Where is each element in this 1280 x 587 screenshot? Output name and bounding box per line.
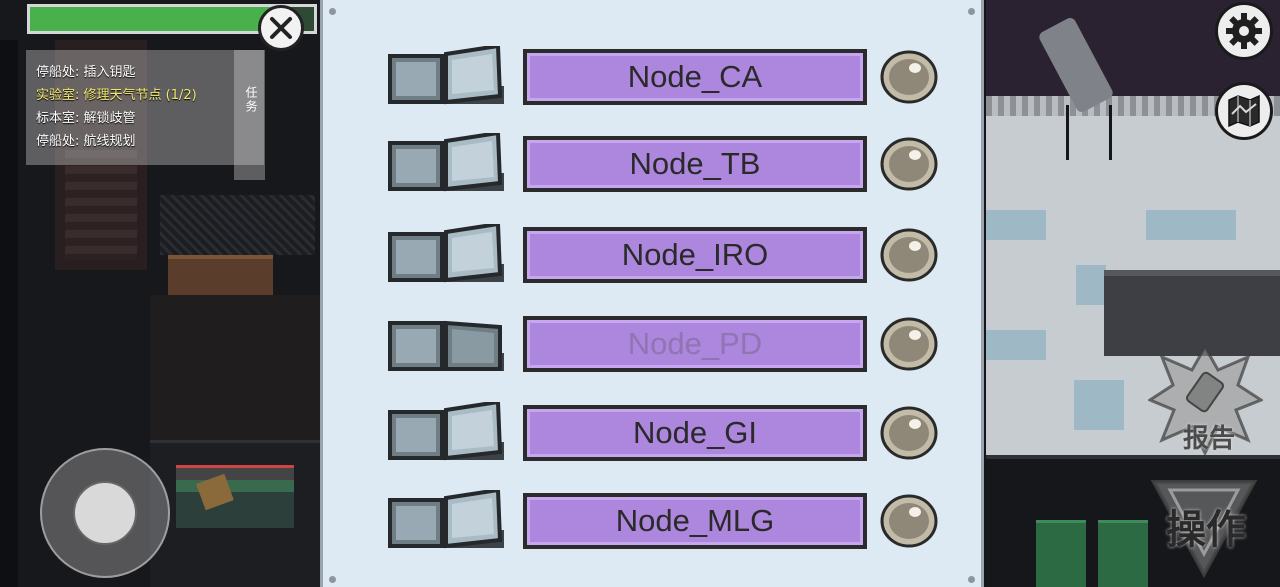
weather-node-row: Node_MLG [386, 487, 946, 550]
cabinet [1036, 520, 1086, 587]
map-icon [1228, 94, 1260, 128]
task-item: 标本室: 解锁歧管 [36, 111, 136, 126]
task-progress-fill [30, 7, 286, 31]
bench [176, 465, 294, 528]
rivet [329, 576, 336, 583]
stairs [65, 150, 137, 260]
task-item: 实验室: 修理天气节点 (1/2) [36, 88, 197, 103]
weather-node-row: Node_GI [386, 399, 946, 462]
tripod [1066, 105, 1112, 160]
node-label: Node_PD [523, 316, 867, 372]
report-label: 报告 [1183, 424, 1236, 454]
node-label: Node_IRO [523, 227, 867, 283]
joystick-knob[interactable] [73, 481, 137, 545]
fence [160, 195, 315, 255]
node-label: Node_CA [523, 49, 867, 105]
floor [150, 295, 320, 440]
rivet [329, 8, 336, 15]
node-indicator-light [880, 50, 938, 104]
weather-node-row: Node_CA [386, 43, 946, 106]
movement-joystick[interactable] [40, 448, 170, 578]
wall [0, 40, 18, 587]
task-item: 停船处: 航线规划 [36, 134, 136, 149]
node-indicator-light [880, 228, 938, 282]
close-x-icon [270, 17, 292, 39]
rivet [968, 576, 975, 583]
weather-node-row: Node_PD [386, 313, 946, 373]
node-label: Node_GI [523, 405, 867, 461]
node-label: Node_MLG [523, 493, 867, 549]
floor-tile [1146, 210, 1236, 240]
node-indicator-light [880, 137, 938, 191]
use-label: 操作 [1166, 507, 1246, 553]
node-indicator-light [880, 494, 938, 548]
node-switch[interactable] [386, 313, 506, 373]
weather-node-panel: Node_CA Node_TB Node_IRO Node_PD Node_GI… [320, 0, 984, 587]
task-list-tab[interactable]: 任务 [234, 50, 265, 180]
weather-node-row: Node_TB [386, 130, 946, 193]
cabinet [1098, 520, 1148, 587]
task-tab-label: 任务 [244, 86, 258, 114]
node-switch[interactable] [386, 43, 506, 106]
crate [168, 255, 273, 297]
floor-tile [986, 210, 1046, 240]
node-switch[interactable] [386, 487, 506, 550]
gear-icon [1226, 13, 1262, 49]
node-indicator-light [880, 317, 938, 371]
lab-table [1104, 270, 1280, 356]
node-switch[interactable] [386, 399, 506, 462]
task-item: 停船处: 插入钥匙 [36, 65, 136, 80]
task-list[interactable]: 停船处: 插入钥匙实验室: 修理天气节点 (1/2) 标本室: 解锁歧管 停船处: … [26, 50, 264, 165]
settings-button[interactable] [1215, 2, 1273, 60]
map-button[interactable] [1215, 82, 1273, 140]
floor-tile [986, 330, 1046, 360]
rivet [968, 8, 975, 15]
weather-node-row: Node_IRO [386, 221, 946, 284]
floor-tile [1074, 380, 1124, 430]
node-indicator-light [880, 406, 938, 460]
node-switch[interactable] [386, 130, 506, 193]
node-label: Node_TB [523, 136, 867, 192]
node-switch[interactable] [386, 221, 506, 284]
close-button[interactable] [258, 5, 304, 51]
floor-tile [1076, 265, 1106, 305]
